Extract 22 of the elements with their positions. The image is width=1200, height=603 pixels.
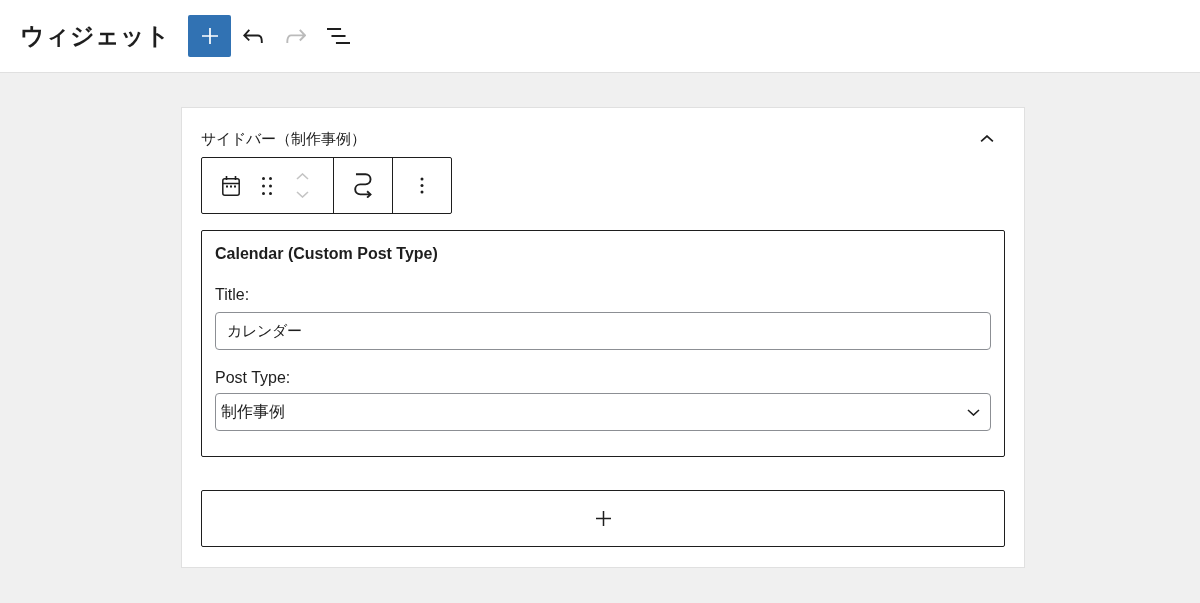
post-type-select[interactable]: 制作事例 bbox=[215, 393, 991, 431]
loop-arrow-icon bbox=[353, 173, 373, 198]
calendar-icon bbox=[222, 175, 240, 196]
field-label: Post Type: bbox=[215, 368, 292, 388]
redo-icon bbox=[285, 29, 306, 43]
block-appender-button[interactable] bbox=[201, 490, 1005, 547]
add-block-button[interactable] bbox=[188, 15, 231, 57]
widget-area-title: サイドバー（制作事例） bbox=[201, 129, 366, 149]
chevron-up-icon bbox=[980, 135, 994, 143]
undo-icon bbox=[242, 29, 263, 43]
chevron-up-icon bbox=[295, 173, 309, 180]
chevron-down-icon bbox=[295, 191, 309, 198]
field-label: Title: bbox=[215, 285, 251, 305]
widget-title: Calendar (Custom Post Type) bbox=[215, 244, 439, 264]
vertical-ellipsis-icon bbox=[420, 177, 424, 194]
plus-icon bbox=[595, 511, 611, 526]
list-view-icon bbox=[327, 28, 350, 44]
drag-handle-icon bbox=[262, 176, 272, 195]
title-input[interactable]: カレンダー bbox=[215, 312, 991, 350]
plus-icon bbox=[201, 28, 218, 44]
chevron-down-icon bbox=[967, 408, 980, 416]
page-title: ウィジェット bbox=[20, 21, 171, 51]
